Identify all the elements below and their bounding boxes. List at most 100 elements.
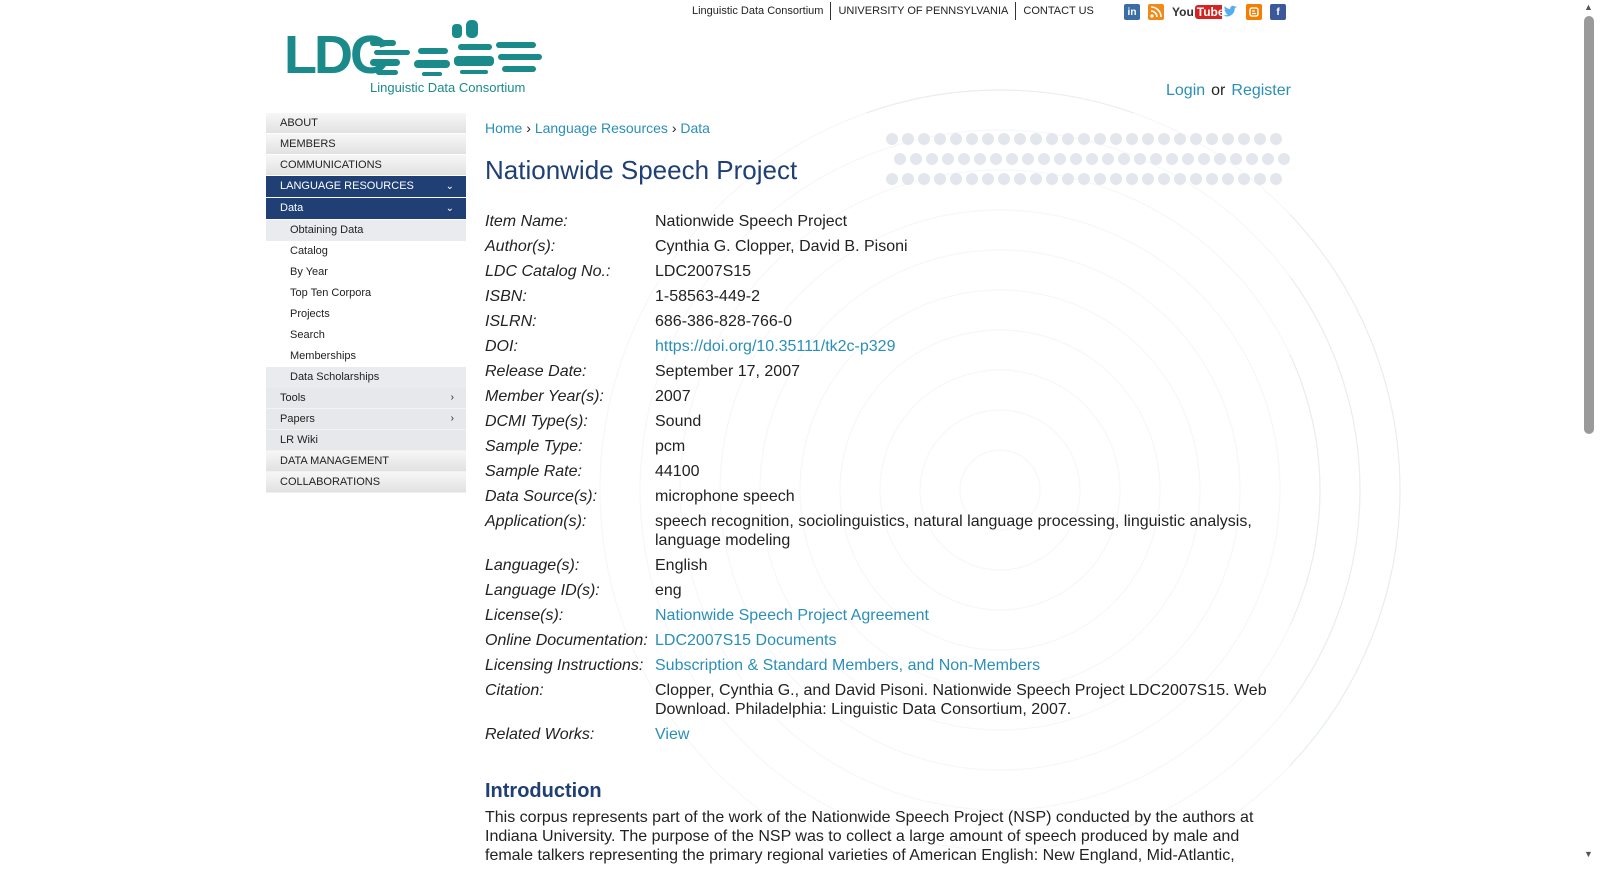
sidebar-subitem-projects[interactable]: Projects xyxy=(266,304,466,325)
decorative-dot xyxy=(1134,153,1146,165)
decorative-dot xyxy=(1046,173,1058,185)
sidebar-item-papers[interactable]: Papers › xyxy=(266,409,466,429)
sidebar-subitem-by-year[interactable]: By Year xyxy=(266,262,466,283)
sidebar-item-data-management[interactable]: DATA MANAGEMENT xyxy=(266,451,466,471)
sidebar-item-label: Tools xyxy=(280,392,306,404)
breadcrumb-home[interactable]: Home xyxy=(485,120,522,136)
meta-key: Member Year(s): xyxy=(485,388,604,405)
meta-key: License(s): xyxy=(485,607,564,624)
decorative-dot xyxy=(886,133,898,145)
decorative-dot xyxy=(1174,173,1186,185)
meta-value: English xyxy=(655,557,708,574)
meta-key: Data Source(s): xyxy=(485,488,598,505)
decorative-dot xyxy=(1046,133,1058,145)
decorative-dot xyxy=(1254,173,1266,185)
youtube-icon[interactable]: You Tube xyxy=(1172,4,1227,20)
top-link-ldc[interactable]: Linguistic Data Consortium xyxy=(685,5,830,17)
licensing-instructions-link[interactable]: Subscription & Standard Members, and Non… xyxy=(655,657,1040,674)
sidebar-item-members[interactable]: MEMBERS xyxy=(266,134,466,154)
decorative-dot xyxy=(1270,173,1282,185)
meta-row-citation: Citation: Clopper, Cynthia G., and David … xyxy=(485,681,1285,719)
meta-value: eng xyxy=(655,582,682,599)
login-link[interactable]: Login xyxy=(1166,82,1205,99)
sidebar-item-label: Data Scholarships xyxy=(290,371,380,383)
sidebar-item-label: MEMBERS xyxy=(280,138,336,150)
youtube-icon-text: You xyxy=(1172,5,1194,19)
twitter-icon[interactable] xyxy=(1222,4,1238,20)
chevron-right-icon: › xyxy=(450,392,454,403)
ldc-logo[interactable]: LDC Linguistic Data Consortium xyxy=(284,18,546,96)
breadcrumb-language-resources[interactable]: Language Resources xyxy=(535,120,668,136)
decorative-dot xyxy=(998,133,1010,145)
page-scrollbar[interactable]: ▲ ▼ xyxy=(1578,0,1600,861)
sidebar-item-about[interactable]: ABOUT xyxy=(266,113,466,133)
decorative-dot xyxy=(982,133,994,145)
decorative-dot xyxy=(1158,133,1170,145)
decorative-dot xyxy=(950,173,962,185)
sidebar-item-label: By Year xyxy=(290,266,328,278)
scroll-thumb[interactable] xyxy=(1584,16,1594,434)
scroll-up-arrow-icon[interactable]: ▲ xyxy=(1584,2,1593,12)
facebook-icon-label: f xyxy=(1276,6,1280,18)
decorative-dot xyxy=(918,173,930,185)
sidebar-subitem-data-scholarships[interactable]: Data Scholarships xyxy=(266,367,466,388)
decorative-dot xyxy=(1094,173,1106,185)
decorative-dot xyxy=(1062,173,1074,185)
decorative-dot xyxy=(894,153,906,165)
decorative-dot xyxy=(1206,133,1218,145)
decorative-dot xyxy=(1174,133,1186,145)
decorative-dot xyxy=(1166,153,1178,165)
related-works-link[interactable]: View xyxy=(655,726,689,743)
meta-row-language-ids: Language ID(s): eng xyxy=(485,581,1285,600)
register-link[interactable]: Register xyxy=(1231,82,1291,99)
decorative-dot xyxy=(1222,173,1234,185)
decorative-dot xyxy=(1126,133,1138,145)
linkedin-icon[interactable]: in xyxy=(1124,4,1140,20)
sidebar-subitem-top-ten[interactable]: Top Ten Corpora xyxy=(266,283,466,304)
sidebar-subitem-search[interactable]: Search xyxy=(266,325,466,346)
meta-key: Item Name: xyxy=(485,213,568,230)
license-link[interactable]: Nationwide Speech Project Agreement xyxy=(655,607,929,624)
sidebar-item-communications[interactable]: COMMUNICATIONS xyxy=(266,155,466,175)
sidebar-item-label: Memberships xyxy=(290,350,357,362)
sidebar-item-language-resources[interactable]: LANGUAGE RESOURCES ⌄ xyxy=(266,176,466,197)
decorative-dot xyxy=(1278,153,1290,165)
documentation-link[interactable]: LDC2007S15 Documents xyxy=(655,632,836,649)
sidebar-item-lr-wiki[interactable]: LR Wiki xyxy=(266,430,466,450)
rss-icon[interactable] xyxy=(1148,4,1164,20)
decorative-dot xyxy=(966,133,978,145)
sidebar-item-label: Obtaining Data xyxy=(290,224,364,236)
sidebar-subitem-catalog[interactable]: Catalog xyxy=(266,241,466,262)
meta-key: Citation: xyxy=(485,682,544,699)
meta-row-online-docs: Online Documentation: LDC2007S15 Document… xyxy=(485,631,1285,650)
decorative-dot xyxy=(1078,173,1090,185)
decorative-dot xyxy=(902,173,914,185)
scroll-down-arrow-icon[interactable]: ▼ xyxy=(1584,849,1593,859)
meta-value: September 17, 2007 xyxy=(655,363,800,380)
sidebar-item-label: DATA MANAGEMENT xyxy=(280,455,389,467)
sidebar-subitem-obtaining-data[interactable]: Obtaining Data xyxy=(266,220,466,241)
decorative-dot xyxy=(1094,133,1106,145)
decorative-dot xyxy=(918,133,930,145)
doi-link[interactable]: https://doi.org/10.35111/tk2c-p329 xyxy=(655,338,895,355)
blogger-icon[interactable] xyxy=(1246,4,1262,20)
sidebar-item-label: ABOUT xyxy=(280,117,318,129)
sidebar-subitem-memberships[interactable]: Memberships xyxy=(266,346,466,367)
decorative-dot xyxy=(950,133,962,145)
meta-row-doi: DOI: https://doi.org/10.35111/tk2c-p329 xyxy=(485,337,1285,356)
decorative-dot xyxy=(974,153,986,165)
sidebar-item-data[interactable]: Data ⌄ xyxy=(266,198,466,219)
decorative-dot xyxy=(1190,133,1202,145)
top-link-upenn[interactable]: UNIVERSITY OF PENNSYLVANIA xyxy=(831,5,1015,17)
top-link-contact[interactable]: CONTACT US xyxy=(1016,5,1101,17)
sidebar-item-collaborations[interactable]: COLLABORATIONS xyxy=(266,472,466,492)
auth-or: or xyxy=(1211,82,1226,99)
decorative-dot xyxy=(1014,173,1026,185)
breadcrumb-separator: › xyxy=(526,120,531,136)
facebook-icon[interactable]: f xyxy=(1270,4,1286,20)
breadcrumb-data[interactable]: Data xyxy=(680,120,710,136)
sidebar-item-tools[interactable]: Tools › xyxy=(266,388,466,408)
meta-value: 1-58563-449-2 xyxy=(655,288,760,305)
meta-row-sample-type: Sample Type: pcm xyxy=(485,437,1285,456)
meta-value: 2007 xyxy=(655,388,691,405)
